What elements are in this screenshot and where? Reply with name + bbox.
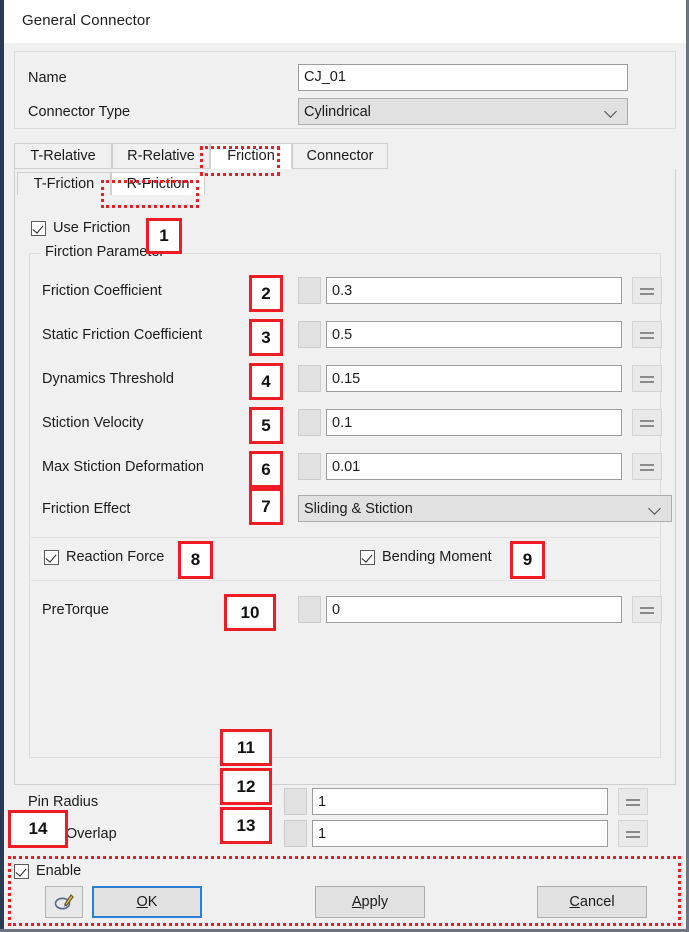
checkbox-checked-icon (360, 550, 375, 565)
divider-below-flags (31, 580, 659, 581)
cancel-button[interactable]: Cancel (537, 886, 647, 918)
enable-label: Enable (36, 863, 81, 879)
badge-7: 7 (249, 488, 283, 525)
dialog-body: Name CJ_01 Connector Type Cylindrical T-… (4, 43, 686, 929)
stiction-velocity-input[interactable]: 0.1 (326, 409, 622, 436)
enable-checkbox[interactable]: Enable (14, 863, 81, 879)
max-stiction-deformation-input[interactable]: 0.01 (326, 453, 622, 480)
name-label: Name (28, 70, 67, 86)
tab-connector[interactable]: Connector (292, 143, 388, 169)
use-friction-label: Use Friction (53, 220, 130, 236)
pin-radius-expression-button[interactable] (618, 788, 648, 815)
reaction-force-label: Reaction Force (66, 549, 164, 565)
identity-panel: Name CJ_01 Connector Type Cylindrical (14, 51, 676, 129)
pretorque-label: PreTorque (42, 602, 109, 618)
static-friction-coefficient-expression-button[interactable] (632, 321, 662, 348)
badge-11: 11 (220, 729, 272, 766)
friction-coefficient-expression-button[interactable] (632, 277, 662, 304)
cancel-rest: ancel (580, 894, 615, 910)
badge-1: 1 (146, 218, 182, 254)
pin-radius-label: Pin Radius (28, 794, 98, 810)
divider-above-flags (31, 537, 659, 538)
bending-moment-label: Bending Moment (382, 549, 492, 565)
static-friction-coefficient-input[interactable]: 0.5 (326, 321, 622, 348)
initial-overlap-input[interactable]: 1 (312, 820, 608, 847)
connector-type-select[interactable]: Cylindrical (298, 98, 628, 125)
badge-12: 12 (220, 768, 272, 805)
max-stiction-deformation-label: Max Stiction Deformation (42, 459, 204, 475)
page-title: General Connector (22, 12, 150, 29)
subtab-t-friction[interactable]: T-Friction (17, 172, 111, 196)
tab-t-relative[interactable]: T-Relative (14, 143, 112, 169)
dynamics-threshold-toggle[interactable] (298, 365, 321, 392)
stiction-velocity-toggle[interactable] (298, 409, 321, 436)
static-friction-coefficient-toggle[interactable] (298, 321, 321, 348)
pretorque-toggle[interactable] (298, 596, 321, 623)
chevron-down-icon (606, 106, 617, 117)
general-connector-dialog: General Connector Name CJ_01 Connector T… (0, 0, 689, 932)
pin-radius-input[interactable]: 1 (312, 788, 608, 815)
max-stiction-deformation-expression-button[interactable] (632, 453, 662, 480)
main-tabstrip: T-Relative R-Relative Friction Connector (14, 143, 676, 169)
chevron-down-icon (650, 503, 661, 514)
pretorque-input[interactable]: 0 (326, 596, 622, 623)
title-bar: General Connector (4, 0, 686, 43)
dynamics-threshold-expression-button[interactable] (632, 365, 662, 392)
friction-effect-label: Friction Effect (42, 501, 130, 517)
tab-friction[interactable]: Friction (210, 143, 292, 169)
reaction-force-checkbox[interactable]: Reaction Force (44, 549, 164, 565)
static-friction-coefficient-label: Static Friction Coefficient (42, 327, 202, 343)
friction-coefficient-toggle[interactable] (298, 277, 321, 304)
connector-type-value: Cylindrical (304, 104, 371, 120)
friction-effect-value: Sliding & Stiction (304, 501, 413, 517)
r-friction-page: Use Friction Firction Parameter Friction… (14, 195, 676, 785)
stiction-velocity-label: Stiction Velocity (42, 415, 144, 431)
checkbox-checked-icon (31, 221, 46, 236)
badge-3: 3 (249, 319, 283, 356)
dynamics-threshold-input[interactable]: 0.15 (326, 365, 622, 392)
friction-coefficient-label: Friction Coefficient (42, 283, 162, 299)
apply-accel: A (352, 894, 362, 910)
badge-6: 6 (249, 451, 283, 488)
badge-13: 13 (220, 807, 272, 844)
ok-rest: K (148, 894, 158, 910)
subtab-r-friction[interactable]: R-Friction (111, 172, 205, 196)
whats-this-help-icon (53, 891, 75, 913)
initial-overlap-toggle[interactable] (284, 820, 307, 847)
use-friction-checkbox[interactable]: Use Friction (31, 220, 130, 236)
checkbox-checked-icon (44, 550, 59, 565)
bending-moment-checkbox[interactable]: Bending Moment (360, 549, 492, 565)
badge-5: 5 (249, 407, 283, 444)
badge-4: 4 (249, 363, 283, 400)
badge-10: 10 (224, 594, 276, 631)
checkbox-checked-icon (14, 864, 29, 879)
stiction-velocity-expression-button[interactable] (632, 409, 662, 436)
badge-14: 14 (8, 810, 68, 848)
pin-radius-toggle[interactable] (284, 788, 307, 815)
ok-button[interactable]: OK (92, 886, 202, 918)
ok-accel: O (137, 894, 148, 910)
name-input[interactable]: CJ_01 (298, 64, 628, 91)
dynamics-threshold-label: Dynamics Threshold (42, 371, 174, 387)
pretorque-expression-button[interactable] (632, 596, 662, 623)
friction-effect-select[interactable]: Sliding & Stiction (298, 495, 672, 522)
connector-type-label: Connector Type (28, 104, 130, 120)
friction-coefficient-input[interactable]: 0.3 (326, 277, 622, 304)
max-stiction-deformation-toggle[interactable] (298, 453, 321, 480)
friction-subtabstrip: T-Friction R-Friction (14, 169, 676, 196)
whats-this-help-button[interactable] (45, 886, 83, 918)
badge-9: 9 (510, 541, 545, 579)
friction-parameter-group: Firction Parameter Friction Coefficient … (29, 253, 661, 758)
badge-8: 8 (178, 541, 213, 579)
apply-button[interactable]: Apply (315, 886, 425, 918)
tab-r-relative[interactable]: R-Relative (112, 143, 210, 169)
cancel-accel: C (569, 894, 579, 910)
initial-overlap-expression-button[interactable] (618, 820, 648, 847)
badge-2: 2 (249, 275, 283, 312)
apply-rest: pply (362, 894, 389, 910)
